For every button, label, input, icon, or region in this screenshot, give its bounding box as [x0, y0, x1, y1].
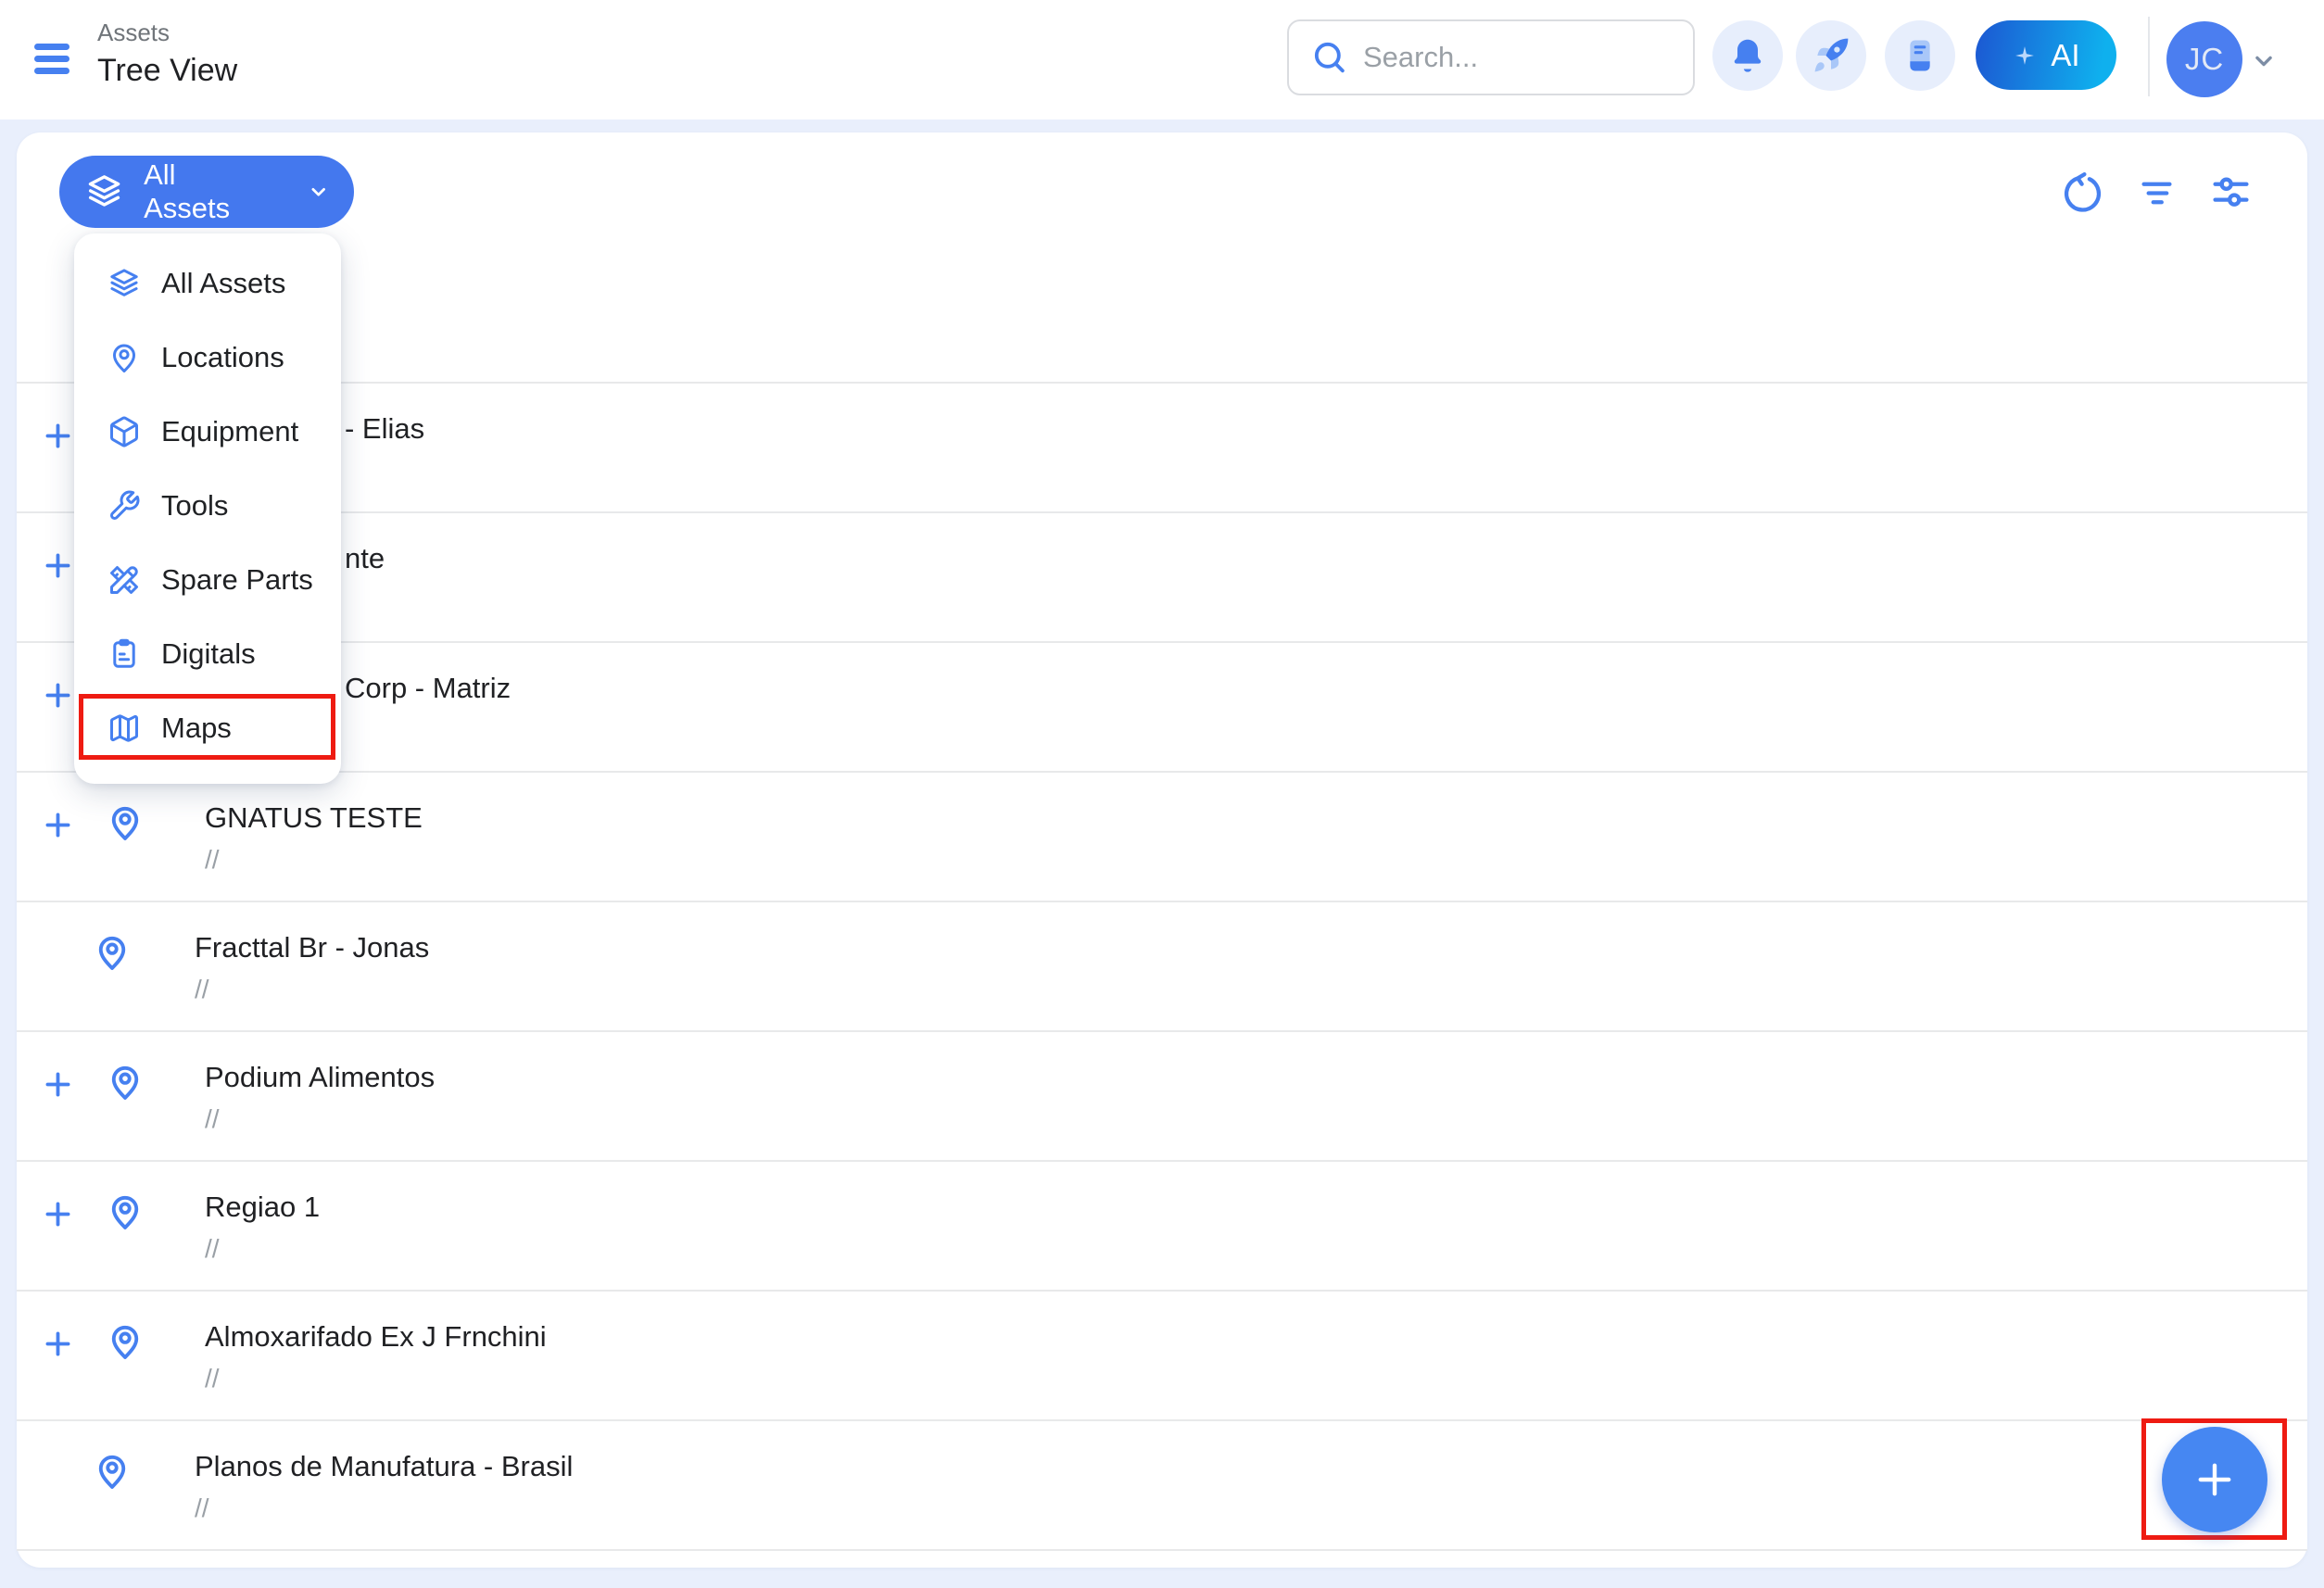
content-card: All Assets - Elias // [17, 132, 2307, 1568]
asset-path: // [205, 845, 423, 875]
add-child-button[interactable] [42, 1328, 74, 1360]
dropdown-item-all-assets[interactable]: All Assets [74, 246, 341, 321]
row-texts: Podium Alimentos // [205, 1061, 435, 1134]
dropdown-item-label: Tools [161, 489, 228, 523]
location-pin-icon [106, 1063, 145, 1102]
asset-path: // [205, 1104, 435, 1134]
book-icon [1900, 35, 1940, 76]
chevron-down-icon [307, 180, 330, 204]
page-title: Tree View [97, 53, 237, 89]
tree-row[interactable]: GNATUS TESTE // [17, 771, 2307, 901]
asset-name: Fracttal Br - Jonas [195, 931, 429, 964]
add-child-button[interactable] [42, 809, 74, 841]
ai-assistant-button[interactable]: AI [1976, 20, 2116, 90]
add-asset-fab[interactable] [2162, 1427, 2267, 1532]
dropdown-item-label: All Assets [161, 267, 285, 300]
refresh-icon[interactable] [2062, 172, 2103, 214]
dropdown-item-maps[interactable]: Maps [74, 691, 341, 765]
rocket-icon [1811, 35, 1851, 76]
asset-tree-list: - Elias // nte // Corp - Matriz // GNATU… [17, 382, 2307, 1551]
add-child-button[interactable] [42, 1198, 74, 1230]
search-input[interactable]: Search... [1287, 19, 1695, 95]
dropdown-item-icon [107, 563, 141, 597]
location-pin-icon [106, 803, 145, 842]
asset-type-dropdown: All Assets Locations Equipment Tools Spa… [74, 233, 341, 784]
header-divider [2148, 17, 2150, 96]
user-avatar[interactable]: JC [2166, 21, 2242, 97]
row-texts: Regiao 1 // [205, 1191, 320, 1264]
add-child-button[interactable] [42, 549, 74, 582]
add-child-button[interactable] [42, 679, 74, 712]
location-pin-icon [106, 1192, 145, 1231]
search-placeholder: Search... [1363, 41, 1478, 74]
display-settings-icon[interactable] [2210, 172, 2252, 214]
layers-icon [85, 172, 123, 211]
location-pin-icon [106, 1322, 145, 1361]
dropdown-item-label: Digitals [161, 637, 256, 671]
tree-row[interactable]: Podium Alimentos // [17, 1030, 2307, 1160]
notifications-button[interactable] [1712, 20, 1783, 91]
asset-type-filter-button[interactable]: All Assets [59, 156, 354, 228]
avatar-initials: JC [2185, 42, 2224, 77]
location-pin-icon [93, 933, 132, 972]
asset-name: Regiao 1 [205, 1191, 320, 1224]
dropdown-item-label: Spare Parts [161, 563, 313, 597]
asset-name: Almoxarifado Ex J Frnchini [205, 1320, 547, 1354]
filter-icon[interactable] [2136, 172, 2178, 214]
add-child-button[interactable] [42, 1068, 74, 1101]
row-texts: Fracttal Br - Jonas // [195, 931, 429, 1004]
annotation-highlight-maps [79, 694, 335, 760]
plus-icon [2192, 1457, 2237, 1502]
add-child-button[interactable] [42, 420, 74, 452]
bell-icon [1727, 35, 1768, 76]
asset-path: // [195, 1493, 573, 1523]
tree-row[interactable]: nte // [17, 511, 2307, 641]
asset-path: // [205, 1234, 320, 1264]
tree-row[interactable]: Regiao 1 // [17, 1160, 2307, 1290]
dropdown-item-tools[interactable]: Tools [74, 469, 341, 543]
dropdown-item-icon [107, 489, 141, 523]
hamburger-icon [34, 44, 69, 50]
row-texts: Planos de Manufatura - Brasil // [195, 1450, 573, 1523]
dropdown-item-icon [107, 341, 141, 374]
list-toolbar [2062, 172, 2252, 214]
asset-name: Planos de Manufatura - Brasil [195, 1450, 573, 1483]
dropdown-item-icon [107, 267, 141, 300]
tree-row[interactable]: Fracttal Br - Jonas // [17, 901, 2307, 1030]
dropdown-item-spare-parts[interactable]: Spare Parts [74, 543, 341, 617]
asset-type-filter-label: All Assets [144, 158, 265, 225]
dropdown-item-label: Equipment [161, 415, 298, 448]
app-header: Assets Tree View Search... [0, 0, 2324, 120]
row-texts: Almoxarifado Ex J Frnchini // [205, 1320, 547, 1393]
tree-row[interactable]: Corp - Matriz // [17, 641, 2307, 771]
asset-path: // [205, 1364, 547, 1393]
search-icon [1311, 39, 1348, 76]
title-block: Assets Tree View [97, 19, 237, 89]
asset-name: Podium Alimentos [205, 1061, 435, 1094]
user-menu-chevron-icon[interactable] [2248, 45, 2280, 77]
breadcrumb: Assets [97, 19, 237, 47]
dropdown-item-equipment[interactable]: Equipment [74, 395, 341, 469]
sparkle-icon [2012, 43, 2038, 69]
tree-row[interactable]: Planos de Manufatura - Brasil // [17, 1419, 2307, 1549]
help-center-button[interactable] [1885, 20, 1955, 91]
dropdown-item-digitals[interactable]: Digitals [74, 617, 341, 691]
ai-label: AI [2051, 38, 2079, 73]
asset-name: GNATUS TESTE [205, 801, 423, 835]
asset-path: // [195, 975, 429, 1004]
dropdown-item-icon [107, 637, 141, 671]
page: Assets Tree View Search... [0, 0, 2324, 1588]
hamburger-menu-button[interactable] [34, 44, 71, 77]
dropdown-item-locations[interactable]: Locations [74, 321, 341, 395]
whats-new-button[interactable] [1796, 20, 1866, 91]
tree-row[interactable]: Almoxarifado Ex J Frnchini // [17, 1290, 2307, 1419]
row-texts: GNATUS TESTE // [205, 801, 423, 875]
location-pin-icon [93, 1452, 132, 1491]
tree-row[interactable]: - Elias // [17, 382, 2307, 511]
dropdown-item-icon [107, 415, 141, 448]
dropdown-item-label: Locations [161, 341, 284, 374]
